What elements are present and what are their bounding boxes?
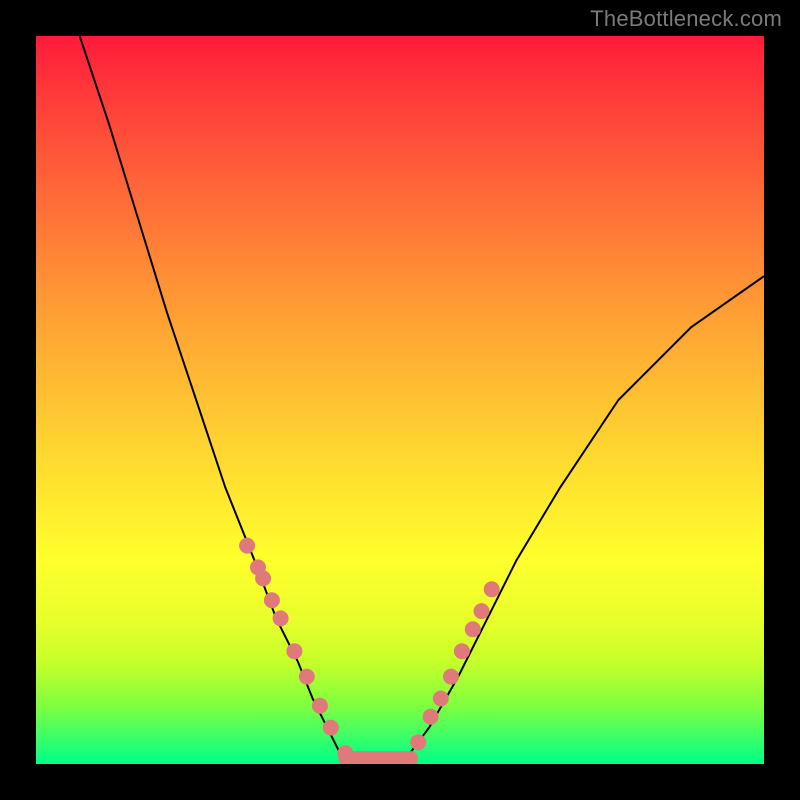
sample-dot [474, 603, 490, 619]
bottleneck-curve [80, 36, 764, 764]
plot-svg [36, 36, 764, 764]
sample-dot [337, 745, 353, 761]
watermark-text: TheBottleneck.com [590, 6, 782, 32]
sample-dot [286, 643, 302, 659]
sample-dot [484, 581, 500, 597]
chart-frame: TheBottleneck.com [0, 0, 800, 800]
sample-dot [454, 643, 470, 659]
sample-dot [264, 592, 280, 608]
sample-dot [312, 698, 328, 714]
sample-dot [423, 709, 439, 725]
sample-dots-group [239, 538, 500, 762]
sample-dot [323, 720, 339, 736]
sample-dot [465, 621, 481, 637]
sample-dot [255, 570, 271, 586]
sample-dot [239, 538, 255, 554]
sample-dot [410, 734, 426, 750]
plot-area [36, 36, 764, 764]
sample-dot [443, 669, 459, 685]
sample-dot [299, 669, 315, 685]
sample-dot [433, 691, 449, 707]
sample-dot [273, 610, 289, 626]
